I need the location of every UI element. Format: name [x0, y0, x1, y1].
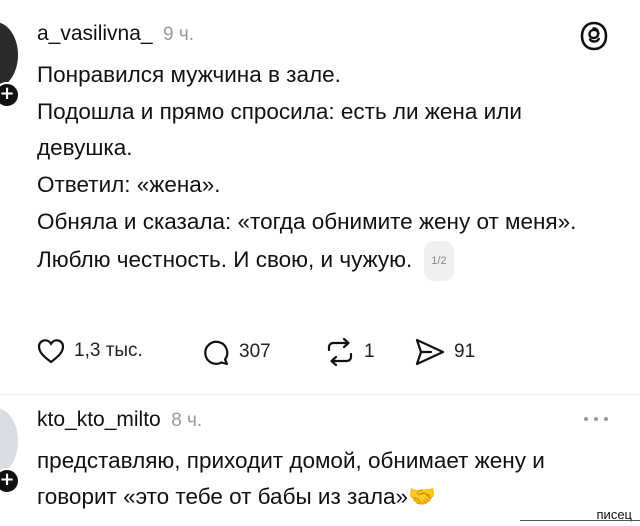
post-header: a_vasilivna_ 9 ч.	[37, 22, 194, 46]
post-line: Понравился мужчина в зале.	[37, 62, 341, 87]
comment-icon	[204, 340, 229, 366]
avatar[interactable]	[0, 408, 18, 474]
post-line: Люблю честность. И свою, и чужую. 1/2	[37, 241, 597, 281]
page-indicator: 1/2	[424, 241, 454, 281]
watermark-underline	[520, 520, 640, 521]
follow-plus-icon[interactable]: +	[0, 468, 20, 494]
share-button[interactable]: 91	[414, 337, 475, 367]
handshake-emoji: 🤝	[408, 484, 437, 509]
post-time: 9 ч.	[163, 24, 195, 45]
repost-button[interactable]: 1	[324, 337, 375, 367]
post-line-text: Люблю честность. И свою, и чужую.	[37, 246, 413, 272]
username[interactable]: kto_kto_milto	[37, 408, 161, 431]
post-line: Обняла и сказала: «тогда обнимите жену о…	[37, 209, 577, 234]
threads-logo-icon[interactable]	[578, 20, 610, 52]
post-line: Ответил: «жена».	[37, 172, 221, 197]
heart-icon	[37, 339, 65, 364]
more-options-icon[interactable]	[582, 412, 610, 426]
reply-text: представляю, приходит домой, обнимает же…	[37, 448, 545, 509]
post-body: Понравился мужчина в зале. Подошла и пря…	[37, 57, 597, 281]
like-button[interactable]: 1,3 тыс.	[36, 337, 143, 365]
post-line: Подошла и прямо спросила: есть ли жена и…	[37, 99, 522, 160]
post-header: kto_kto_milto 8 ч.	[37, 408, 202, 432]
follow-plus-icon[interactable]: +	[0, 82, 20, 108]
reply-body: представляю, приходит домой, обнимает же…	[37, 443, 622, 515]
like-count: 1,3 тыс.	[74, 340, 143, 361]
comment-count: 307	[239, 341, 271, 362]
post-time: 8 ч.	[171, 410, 203, 431]
share-count: 91	[454, 341, 476, 362]
avatar[interactable]	[0, 22, 18, 88]
comment-button[interactable]: 307	[201, 337, 271, 367]
divider	[0, 394, 640, 395]
repost-count: 1	[364, 341, 375, 362]
username[interactable]: a_vasilivna_	[37, 22, 153, 45]
repost-icon	[327, 337, 353, 367]
send-icon	[415, 338, 445, 366]
